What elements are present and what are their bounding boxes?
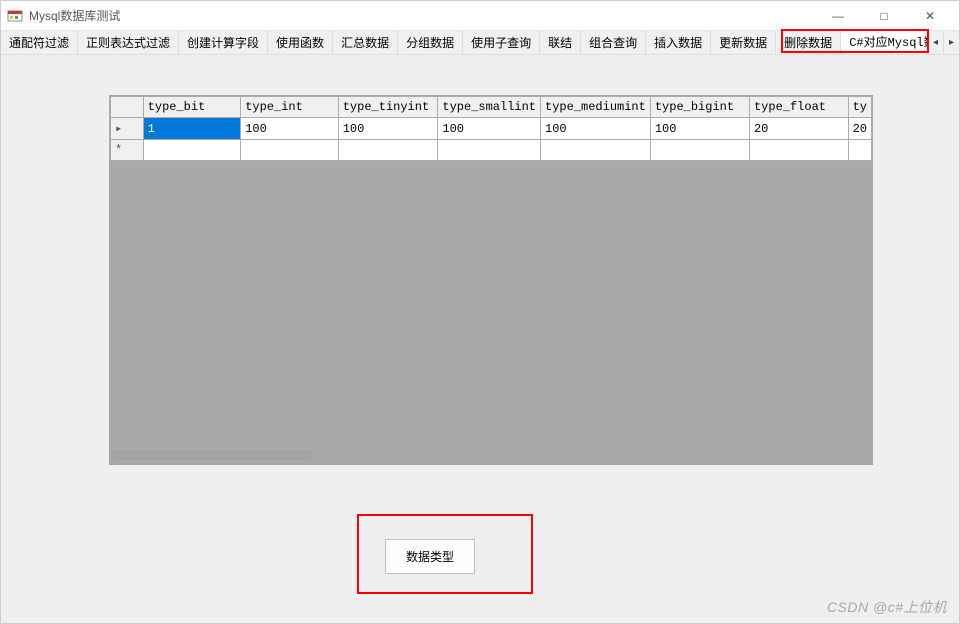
tab-item-8[interactable]: 组合查询 xyxy=(581,31,646,54)
data-cell[interactable]: 100 xyxy=(241,118,339,140)
data-cell[interactable] xyxy=(438,140,541,161)
tab-scroll-right[interactable]: ▸ xyxy=(943,31,959,54)
data-cell[interactable]: 100 xyxy=(541,118,651,140)
tab-scroll-left[interactable]: ◂ xyxy=(927,31,943,54)
row-header[interactable]: * xyxy=(111,140,144,161)
column-header[interactable]: type_float xyxy=(749,97,848,118)
tab-item-2[interactable]: 创建计算字段 xyxy=(179,31,268,54)
app-window: Mysql数据库测试 — □ ✕ 通配符过滤正则表达式过滤创建计算字段使用函数汇… xyxy=(0,0,960,624)
data-type-button[interactable]: 数据类型 xyxy=(385,539,475,574)
tab-strip: 通配符过滤正则表达式过滤创建计算字段使用函数汇总数据分组数据使用子查询联结组合查… xyxy=(1,31,959,55)
watermark: CSDN @c#上位机 xyxy=(827,597,947,617)
row-header-blank xyxy=(111,97,144,118)
tab-item-4[interactable]: 汇总数据 xyxy=(333,31,398,54)
data-cell[interactable] xyxy=(143,140,241,161)
maximize-button[interactable]: □ xyxy=(861,1,907,31)
column-header[interactable]: type_smallint xyxy=(438,97,541,118)
data-cell[interactable] xyxy=(241,140,339,161)
close-button[interactable]: ✕ xyxy=(907,1,953,31)
tab-item-3[interactable]: 使用函数 xyxy=(268,31,333,54)
tab-content: type_bittype_inttype_tinyinttype_smallin… xyxy=(1,55,959,623)
data-cell[interactable] xyxy=(749,140,848,161)
column-header[interactable]: type_bigint xyxy=(650,97,749,118)
minimize-button[interactable]: — xyxy=(815,1,861,31)
tab-item-7[interactable]: 联结 xyxy=(540,31,581,54)
column-header[interactable]: type_mediumint xyxy=(541,97,651,118)
data-cell[interactable]: 100 xyxy=(650,118,749,140)
data-cell[interactable]: 20 xyxy=(749,118,848,140)
data-cell-partial[interactable] xyxy=(848,140,871,161)
tab-item-9[interactable]: 插入数据 xyxy=(646,31,711,54)
tab-item-5[interactable]: 分组数据 xyxy=(398,31,463,54)
app-icon xyxy=(7,8,23,24)
tab-item-10[interactable]: 更新数据 xyxy=(711,31,776,54)
data-cell[interactable]: 100 xyxy=(338,118,438,140)
tab-item-12[interactable]: C#对应Mysql数据类型 xyxy=(841,31,927,54)
data-grid[interactable]: type_bittype_inttype_tinyinttype_smallin… xyxy=(109,95,873,465)
data-cell-partial[interactable]: 20 xyxy=(848,118,871,140)
tab-item-0[interactable]: 通配符过滤 xyxy=(1,31,78,54)
window-controls: — □ ✕ xyxy=(815,1,953,31)
column-header[interactable]: type_bit xyxy=(143,97,241,118)
data-cell[interactable] xyxy=(338,140,438,161)
window-title: Mysql数据库测试 xyxy=(29,7,815,24)
tab-item-1[interactable]: 正则表达式过滤 xyxy=(78,31,179,54)
data-cell[interactable] xyxy=(650,140,749,161)
column-header[interactable]: type_int xyxy=(241,97,339,118)
column-header-partial[interactable]: ty xyxy=(848,97,871,118)
column-header[interactable]: type_tinyint xyxy=(338,97,438,118)
data-cell[interactable] xyxy=(541,140,651,161)
tab-list: 通配符过滤正则表达式过滤创建计算字段使用函数汇总数据分组数据使用子查询联结组合查… xyxy=(1,31,927,54)
titlebar: Mysql数据库测试 — □ ✕ xyxy=(1,1,959,31)
row-header[interactable]: ▸ xyxy=(111,118,144,140)
horizontal-scrollbar[interactable] xyxy=(112,450,312,460)
data-cell[interactable]: 100 xyxy=(438,118,541,140)
data-cell[interactable]: 1 xyxy=(143,118,241,140)
tab-item-6[interactable]: 使用子查询 xyxy=(463,31,540,54)
tab-item-11[interactable]: 删除数据 xyxy=(776,31,841,54)
